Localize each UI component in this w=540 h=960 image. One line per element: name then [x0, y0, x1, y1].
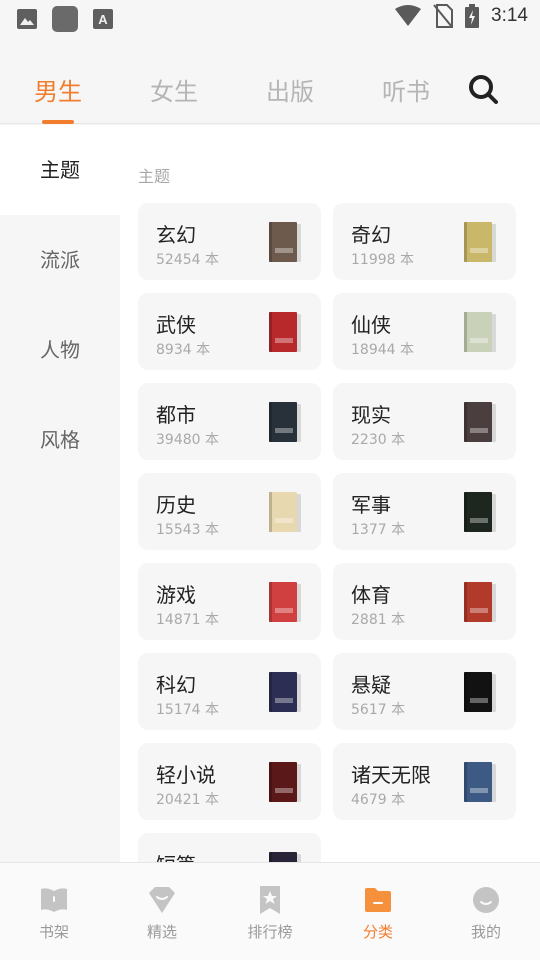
- category-count: 39480 本: [156, 432, 219, 448]
- status-bar: A 3:14: [0, 0, 540, 36]
- nav-bookshelf[interactable]: 书架: [14, 885, 94, 942]
- battery-icon: [465, 4, 480, 28]
- book-cover: [269, 672, 301, 714]
- book-cover: [464, 402, 496, 444]
- book-cover: [269, 852, 301, 862]
- book-cover: [464, 312, 496, 354]
- category-count: 4679 本: [351, 792, 406, 808]
- side-item-genre[interactable]: 流派: [0, 215, 120, 305]
- wifi-icon: [395, 5, 422, 26]
- category-card[interactable]: 玄幻 52454 本: [138, 203, 321, 280]
- category-count: 2881 本: [351, 612, 406, 628]
- category-count: 1377 本: [351, 522, 406, 538]
- book-cover: [464, 222, 496, 264]
- category-card[interactable]: 武侠 8934 本: [138, 293, 321, 370]
- side-item-style[interactable]: 风格: [0, 395, 120, 485]
- nav-label: 书架: [38, 923, 69, 941]
- book-cover: [269, 492, 301, 534]
- category-count: 5617 本: [351, 702, 406, 718]
- category-count: 2230 本: [351, 432, 406, 448]
- category-card[interactable]: 游戏 14871 本: [138, 563, 321, 640]
- category-name: 仙侠: [351, 313, 391, 337]
- category-card[interactable]: 奇幻 11998 本: [333, 203, 516, 280]
- side-nav: 主题 流派 人物 风格: [0, 125, 120, 862]
- category-name: 武侠: [156, 313, 196, 337]
- category-card[interactable]: 军事 1377 本: [333, 473, 516, 550]
- category-count: 20421 本: [156, 792, 219, 808]
- category-name: 都市: [156, 403, 196, 427]
- category-count: 14871 本: [156, 612, 219, 628]
- book-cover: [269, 222, 301, 264]
- image-icon: [17, 9, 37, 29]
- tab-male[interactable]: 男生: [18, 72, 98, 107]
- nav-featured[interactable]: 精选: [122, 885, 202, 942]
- category-count: 15543 本: [156, 522, 219, 538]
- category-name: 短篇: [156, 849, 196, 862]
- book-cover: [464, 672, 496, 714]
- book-cover: [269, 402, 301, 444]
- nav-category[interactable]: 分类: [338, 885, 418, 942]
- category-name: 科幻: [156, 673, 196, 697]
- book-cover: [464, 492, 496, 534]
- category-card[interactable]: 都市 39480 本: [138, 383, 321, 460]
- category-name: 体育: [351, 583, 391, 607]
- top-tabs: 男生 女生 出版 听书: [0, 36, 540, 124]
- category-name: 轻小说: [156, 763, 216, 787]
- category-name: 诸天无限: [351, 763, 431, 787]
- bottom-nav: 书架 精选 排行榜 分类 我的: [0, 862, 540, 960]
- category-name: 军事: [351, 493, 391, 517]
- book-cover: [269, 312, 301, 354]
- profile-icon: [473, 887, 499, 913]
- category-card[interactable]: 历史 15543 本: [138, 473, 321, 550]
- section-title: 主题: [138, 167, 171, 186]
- keyboard-icon: A: [93, 9, 113, 29]
- featured-icon: [149, 887, 175, 913]
- category-name: 奇幻: [351, 223, 391, 247]
- category-card[interactable]: 诸天无限 4679 本: [333, 743, 516, 820]
- side-item-theme[interactable]: 主题: [0, 125, 120, 215]
- nav-label: 精选: [146, 923, 177, 941]
- bookshelf-icon: [41, 888, 67, 912]
- book-cover: [269, 762, 301, 804]
- svg-text:A: A: [98, 12, 108, 27]
- nav-label: 我的: [470, 923, 501, 941]
- book-cover: [464, 762, 496, 804]
- category-card[interactable]: 体育 2881 本: [333, 563, 516, 640]
- tab-female[interactable]: 女生: [134, 72, 214, 107]
- category-card[interactable]: 悬疑 5617 本: [333, 653, 516, 730]
- category-count: 18944 本: [351, 342, 414, 358]
- active-tab-indicator: [42, 120, 74, 124]
- category-count: 15174 本: [156, 702, 219, 718]
- tab-publish[interactable]: 出版: [250, 72, 330, 107]
- category-name: 玄幻: [156, 223, 196, 247]
- category-card[interactable]: 轻小说 20421 本: [138, 743, 321, 820]
- category-name: 悬疑: [351, 673, 391, 697]
- ranking-icon: [260, 886, 280, 914]
- nav-profile[interactable]: 我的: [446, 885, 526, 942]
- category-count: 11998 本: [351, 252, 414, 268]
- category-card[interactable]: 现实 2230 本: [333, 383, 516, 460]
- category-content: 主题 玄幻 52454 本 奇幻 11998 本 武侠 8934 本 仙侠 18…: [120, 125, 540, 862]
- category-name: 现实: [351, 403, 391, 427]
- category-count: 8934 本: [156, 342, 211, 358]
- app-icon: [52, 6, 78, 32]
- nav-ranking[interactable]: 排行榜: [230, 885, 310, 942]
- folder-icon: [365, 888, 391, 912]
- status-time: 3:14: [491, 5, 528, 26]
- category-name: 游戏: [156, 583, 196, 607]
- category-card[interactable]: 科幻 15174 本: [138, 653, 321, 730]
- book-cover: [269, 582, 301, 624]
- no-sim-icon: [433, 4, 454, 28]
- side-item-character[interactable]: 人物: [0, 305, 120, 395]
- category-card[interactable]: 仙侠 18944 本: [333, 293, 516, 370]
- search-icon[interactable]: [466, 72, 500, 106]
- category-name: 历史: [156, 493, 196, 517]
- nav-label: 排行榜: [247, 923, 293, 941]
- category-card[interactable]: 短篇: [138, 833, 321, 862]
- book-cover: [464, 582, 496, 624]
- category-count: 52454 本: [156, 252, 219, 268]
- tab-audiobook[interactable]: 听书: [366, 72, 446, 107]
- nav-label: 分类: [362, 923, 393, 941]
